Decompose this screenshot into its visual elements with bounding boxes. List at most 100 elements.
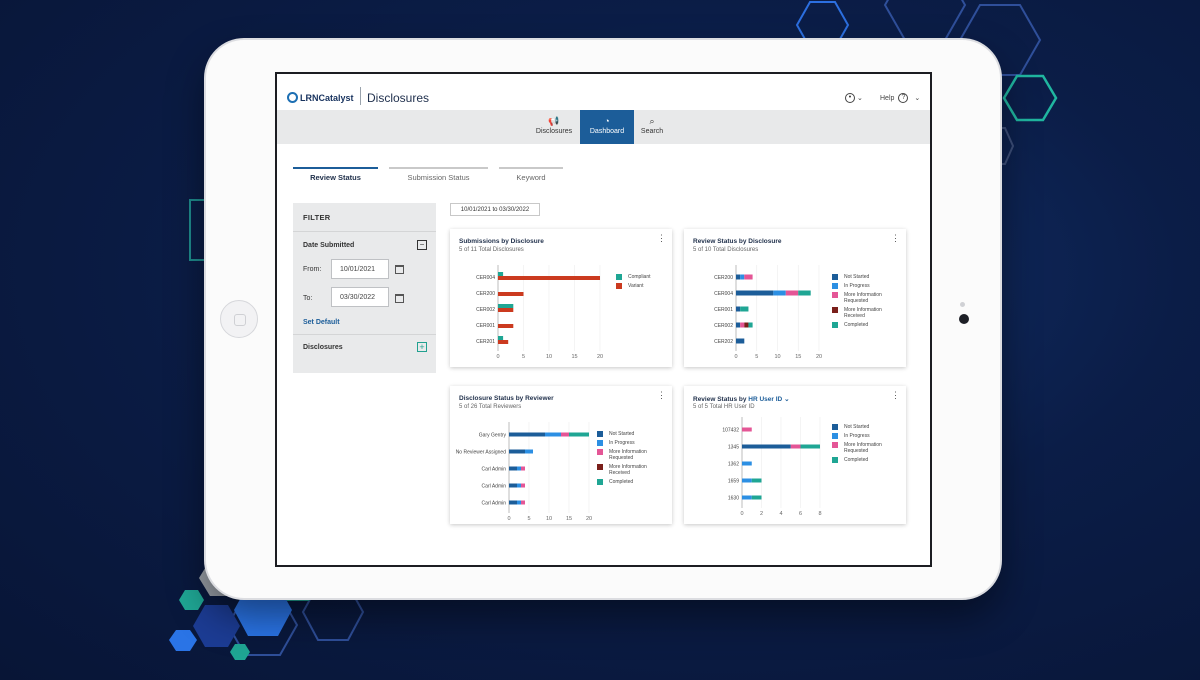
y-tick-label: CER002 bbox=[714, 323, 733, 329]
kebab-menu-icon[interactable]: ⋮ bbox=[891, 391, 900, 400]
card-title: Review Status by Disclosure bbox=[693, 238, 782, 245]
kebab-menu-icon[interactable]: ⋮ bbox=[891, 234, 900, 243]
calendar-icon[interactable] bbox=[395, 265, 404, 274]
legend-label: More Information Received bbox=[609, 464, 647, 476]
chart-legend: Not Started In Progress More Information… bbox=[832, 274, 902, 331]
nav-label: Dashboard bbox=[589, 128, 625, 135]
legend-swatch bbox=[832, 424, 838, 430]
legend-item: More Information Requested bbox=[832, 292, 902, 304]
bar-segment bbox=[800, 444, 820, 449]
collapse-icon[interactable]: − bbox=[417, 240, 427, 250]
bar bbox=[498, 308, 514, 312]
from-date-field[interactable]: 10/01/2021 bbox=[331, 259, 389, 279]
x-tick-label: 20 bbox=[816, 354, 822, 360]
bar-segment bbox=[742, 427, 752, 432]
app-logo[interactable]: LRNCatalyst bbox=[287, 92, 354, 103]
y-tick-label: CER200 bbox=[714, 275, 733, 281]
chart-legend: Not Started In Progress More Information… bbox=[597, 431, 667, 488]
legend-item: In Progress bbox=[832, 433, 902, 439]
x-tick-label: 15 bbox=[566, 516, 572, 522]
bar-segment bbox=[773, 290, 786, 296]
legend-item: More Information Requested bbox=[832, 442, 902, 454]
bar-segment bbox=[790, 444, 801, 449]
x-tick-label: 6 bbox=[799, 511, 802, 517]
x-tick-label: 10 bbox=[774, 354, 780, 360]
legend-item: Completed bbox=[832, 457, 902, 463]
tab-submission-status[interactable]: Submission Status bbox=[389, 167, 488, 182]
legend-item: More Information Requested bbox=[597, 449, 667, 461]
x-tick-label: 8 bbox=[818, 511, 821, 517]
disclosures-filter-label: Disclosures bbox=[303, 344, 343, 351]
legend-item: In Progress bbox=[832, 283, 902, 289]
tablet-sensor bbox=[960, 302, 965, 307]
bar-segment bbox=[521, 466, 525, 471]
card-subtitle: 5 of 5 Total HR User ID bbox=[693, 404, 755, 410]
bar-segment bbox=[561, 432, 569, 437]
nav-label: Disclosures bbox=[535, 128, 573, 135]
x-tick-label: 10 bbox=[546, 516, 552, 522]
x-tick-label: 5 bbox=[527, 516, 530, 522]
legend-label: Not Started bbox=[609, 431, 635, 437]
legend-swatch bbox=[832, 307, 838, 313]
filter-title: FILTER bbox=[303, 213, 331, 222]
legend-label: Compliant bbox=[628, 274, 651, 280]
y-tick-label: Carl Admin bbox=[482, 501, 507, 507]
bar-segment bbox=[736, 322, 741, 328]
bar bbox=[498, 272, 504, 276]
date-range-chip[interactable]: 10/01/2021 to 03/30/2022 bbox=[450, 203, 540, 216]
nav-search[interactable]: ⌕ Search bbox=[634, 110, 670, 144]
x-tick-label: 5 bbox=[522, 354, 525, 360]
legend-item: More Information Received bbox=[832, 307, 902, 319]
filter-panel: FILTER Date Submitted − From: 10/01/2021… bbox=[293, 203, 436, 373]
legend-label: More Information Requested bbox=[844, 442, 882, 454]
nav-disclosures[interactable]: 📢 Disclosures bbox=[528, 110, 580, 144]
x-tick-label: 10 bbox=[546, 354, 552, 360]
chevron-down-icon: ⌄ bbox=[857, 95, 863, 102]
help-icon: ? bbox=[898, 93, 909, 103]
top-bar: LRNCatalyst Disclosures • ⌄ Help ? ⌄ bbox=[277, 74, 930, 110]
y-tick-label: 1345 bbox=[728, 445, 739, 451]
kebab-menu-icon[interactable]: ⋮ bbox=[657, 234, 666, 243]
y-tick-label: CER001 bbox=[714, 307, 733, 313]
legend-swatch bbox=[832, 292, 838, 298]
y-tick-label: Gary Gentry bbox=[479, 433, 507, 439]
expand-icon[interactable]: + bbox=[417, 342, 427, 352]
app-screen: LRNCatalyst Disclosures • ⌄ Help ? ⌄ 📢 D… bbox=[275, 72, 932, 567]
legend-item: Completed bbox=[597, 479, 667, 485]
legend-item: Completed bbox=[832, 322, 902, 328]
legend-label: Completed bbox=[844, 322, 869, 328]
bar bbox=[498, 324, 514, 328]
set-default-link[interactable]: Set Default bbox=[303, 319, 340, 326]
kebab-menu-icon[interactable]: ⋮ bbox=[657, 391, 666, 400]
bar-segment bbox=[785, 290, 799, 296]
bar bbox=[498, 276, 600, 280]
help-menu[interactable]: Help ? ⌄ bbox=[880, 93, 920, 103]
legend-swatch bbox=[832, 274, 838, 280]
legend-swatch bbox=[616, 274, 622, 280]
x-tick-label: 15 bbox=[571, 354, 577, 360]
bar-segment bbox=[736, 306, 741, 312]
legend-item: Not Started bbox=[832, 274, 902, 280]
user-menu[interactable]: • ⌄ bbox=[845, 93, 863, 103]
nav-label: Search bbox=[640, 128, 664, 135]
chart-card-submissions-by-disclosure: 0 5 10 15 20 CER004 CER200 CER002 CER001 CER201 S… bbox=[450, 229, 672, 367]
hr-user-id-dropdown[interactable]: HR User ID ⌄ bbox=[748, 396, 789, 403]
chevron-down-icon: ⌄ bbox=[914, 95, 921, 102]
legend-item: Variant bbox=[616, 283, 651, 289]
logo-icon bbox=[287, 92, 298, 103]
legend-label: Completed bbox=[844, 457, 869, 463]
nav-dashboard[interactable]: ◔ Dashboard bbox=[580, 110, 634, 144]
x-tick-label: 20 bbox=[597, 354, 603, 360]
tab-keyword[interactable]: Keyword bbox=[499, 167, 563, 182]
y-tick-label: CER200 bbox=[476, 291, 495, 297]
x-tick-label: 2 bbox=[760, 511, 763, 517]
tab-review-status[interactable]: Review Status bbox=[293, 167, 378, 182]
calendar-icon[interactable] bbox=[395, 294, 404, 303]
x-tick-label: 5 bbox=[755, 354, 758, 360]
gauge-icon: ◔ bbox=[604, 116, 610, 126]
bar-segment bbox=[509, 432, 545, 437]
legend-swatch bbox=[832, 457, 838, 463]
bar-segment bbox=[736, 290, 774, 296]
y-tick-label: CER004 bbox=[714, 291, 733, 297]
to-date-field[interactable]: 03/30/2022 bbox=[331, 287, 389, 307]
